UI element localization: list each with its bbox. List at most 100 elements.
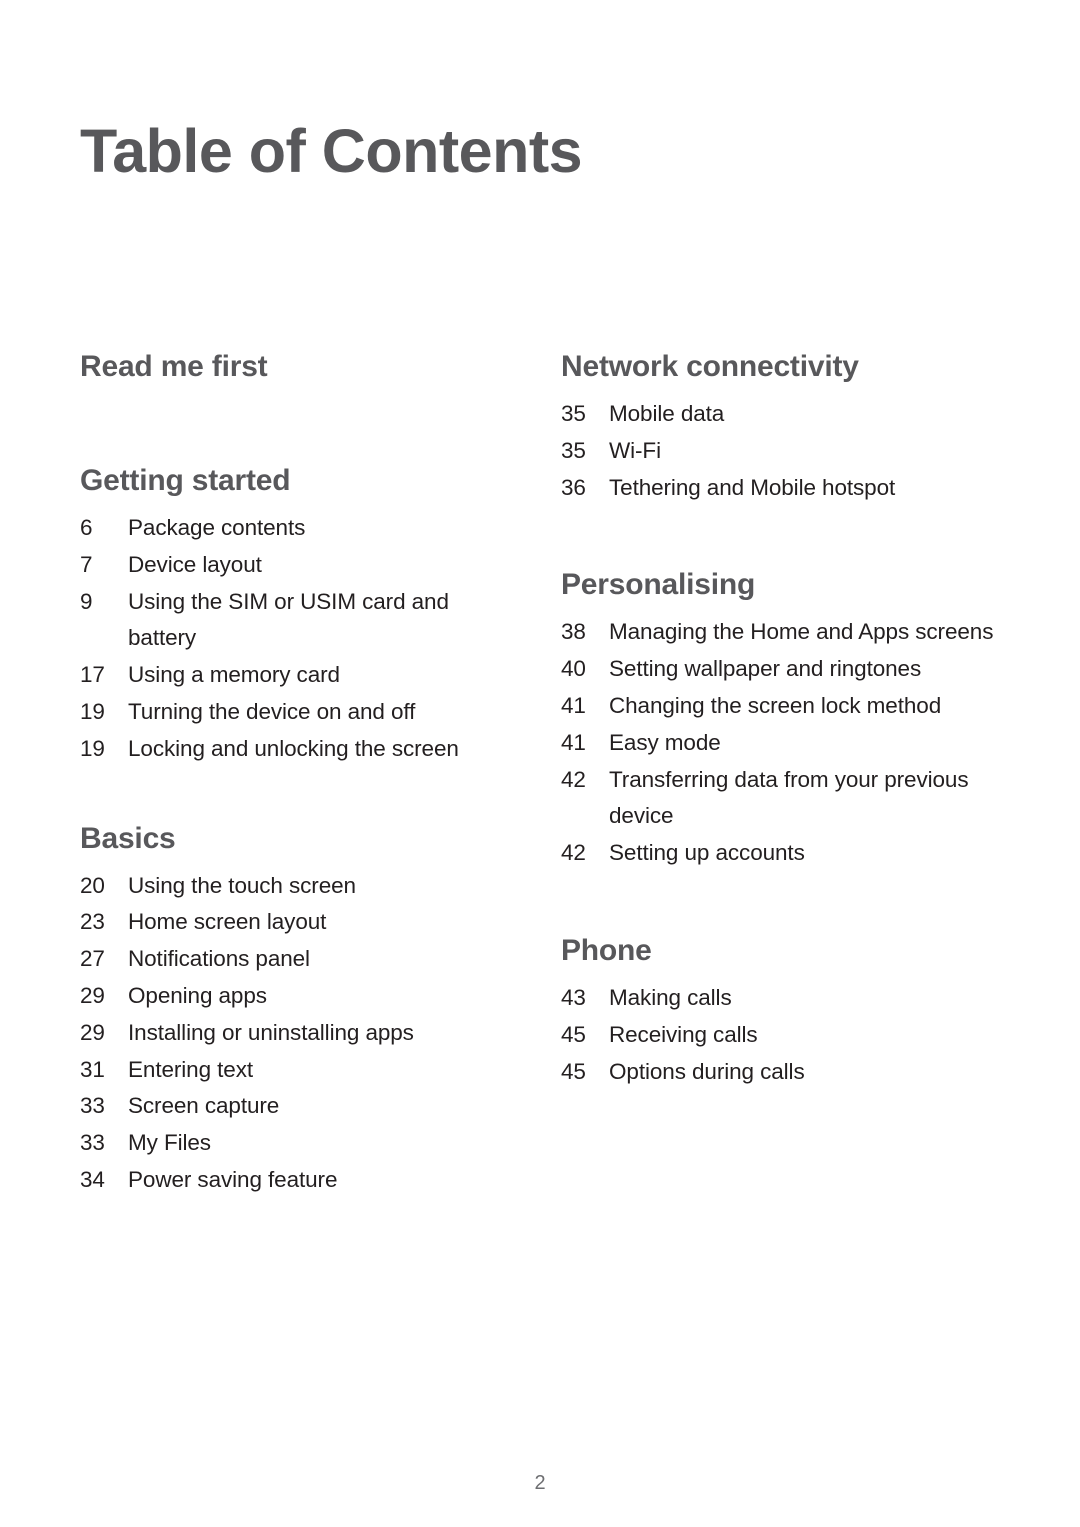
section-heading-network-connectivity[interactable]: Network connectivity [561, 352, 1021, 382]
toc-entry-page-number: 33 [80, 1130, 105, 1156]
toc-entry-page-number: 7 [80, 551, 93, 577]
toc-entry[interactable]: 41 Easy mode [561, 725, 1021, 762]
toc-entry[interactable]: 42 Transferring data from your previous d… [561, 762, 1021, 836]
toc-entry[interactable]: 41 Changing the screen lock method [561, 688, 1021, 725]
toc-entry-page-number: 45 [561, 1058, 586, 1084]
toc-entry-title: Device layout [128, 551, 262, 577]
toc-entry-title: Using a memory card [128, 662, 340, 688]
toc-entry-title: Wi-Fi [609, 437, 661, 463]
page-title: Table of Contents [80, 117, 583, 185]
toc-entry-page-number: 41 [561, 692, 586, 718]
toc-entry[interactable]: 33 My Files [80, 1125, 520, 1162]
section-heading-personalising[interactable]: Personalising [561, 570, 1021, 600]
toc-entry[interactable]: 38 Managing the Home and Apps screens [561, 614, 1021, 651]
toc-entry-page-number: 34 [80, 1166, 105, 1192]
section-heading-basics[interactable]: Basics [80, 823, 520, 854]
toc-entry-title: My Files [128, 1130, 211, 1156]
toc-entry[interactable]: 17 Using a memory card [80, 657, 520, 694]
toc-entry-page-number: 35 [561, 401, 586, 426]
toc-entry-title: Tethering and Mobile hotspot [609, 474, 896, 500]
toc-entry[interactable]: 29 Opening apps [80, 978, 520, 1015]
toc-entry-page-number: 19 [80, 698, 105, 724]
toc-entry-title: Transferring data from your previous dev… [609, 766, 969, 829]
toc-entry-title: Making calls [609, 984, 732, 1010]
toc-entry-page-number: 41 [561, 729, 586, 755]
toc-entry-page-number: 42 [561, 840, 586, 866]
toc-entry[interactable]: 43 Making calls [561, 980, 1021, 1017]
toc-section-network-connectivity: Network connectivity 35 Mobile data 35 Wi-Fi… [561, 352, 1021, 506]
section-heading-getting-started[interactable]: Getting started [80, 466, 520, 496]
toc-entry-list: 38 Managing the Home and Apps screens 40 Se… [561, 614, 1021, 872]
toc-section-read-me-first: Read me first [80, 352, 520, 382]
toc-entry-page-number: 35 [561, 437, 586, 463]
toc-entry-page-number: 27 [80, 946, 105, 972]
toc-page: Table of Contents Read me first Getting s… [0, 0, 1080, 1527]
toc-section-personalising: Personalising 38 Managing the Home and App… [561, 570, 1021, 872]
toc-entry-page-number: 36 [561, 474, 586, 500]
toc-section-getting-started: Getting started 6 Package contents 7 Device … [80, 466, 520, 768]
toc-entry[interactable]: 42 Setting up accounts [561, 835, 1021, 872]
toc-entry-title: Using the SIM or USIM card and battery [128, 588, 449, 651]
toc-entry[interactable]: 19 Turning the device on and off [80, 694, 520, 731]
toc-entry-title: Package contents [128, 515, 306, 540]
toc-entry-title: Locking and unlocking the screen [128, 735, 459, 761]
toc-entry-title: Home screen layout [128, 909, 327, 935]
toc-entry[interactable]: 29 Installing or uninstalling apps [80, 1015, 520, 1052]
toc-entry-page-number: 45 [561, 1021, 586, 1047]
toc-entry-title: Entering text [128, 1056, 254, 1082]
toc-entry[interactable]: 45 Receiving calls [561, 1017, 1021, 1054]
toc-entry-page-number: 17 [80, 662, 105, 688]
toc-entry-title: Power saving feature [128, 1166, 338, 1192]
toc-entry-title: Using the touch screen [128, 872, 356, 898]
toc-entry[interactable]: 27 Notifications panel [80, 941, 520, 978]
section-heading-phone[interactable]: Phone [561, 935, 1021, 966]
toc-entry-title: Receiving calls [609, 1021, 758, 1047]
toc-entry[interactable]: 33 Screen capture [80, 1088, 520, 1125]
toc-entry[interactable]: 35 Mobile data [561, 396, 1021, 433]
toc-entry-title: Setting wallpaper and ringtones [609, 656, 922, 682]
toc-entry-title: Notifications panel [128, 946, 310, 972]
toc-entry-list: 20 Using the touch screen 23 Home screen la… [80, 868, 520, 1199]
toc-entry-title: Opening apps [128, 982, 267, 1008]
toc-entry[interactable]: 45 Options during calls [561, 1054, 1021, 1091]
toc-entry[interactable]: 19 Locking and unlocking the screen [80, 731, 520, 768]
toc-entry-title: Options during calls [609, 1058, 805, 1084]
toc-entry[interactable]: 34 Power saving feature [80, 1162, 520, 1199]
toc-entry-page-number: 42 [561, 766, 586, 792]
toc-entry-page-number: 43 [561, 984, 586, 1010]
toc-entry-page-number: 20 [80, 872, 105, 898]
toc-entry-title: Setting up accounts [609, 840, 805, 866]
toc-entry-page-number: 6 [80, 515, 93, 540]
toc-column-right: Network connectivity 35 Mobile data 35 Wi-Fi… [561, 352, 1021, 1090]
toc-entry[interactable]: 9 Using the SIM or USIM card and battery [80, 584, 520, 658]
toc-entry-title: Turning the device on and off [128, 698, 416, 724]
toc-entry-title: Easy mode [609, 729, 721, 755]
toc-entry[interactable]: 23 Home screen layout [80, 904, 520, 941]
toc-entry[interactable]: 20 Using the touch screen [80, 868, 520, 905]
toc-entry-page-number: 29 [80, 1019, 105, 1045]
toc-entry[interactable]: 31 Entering text [80, 1052, 520, 1089]
section-heading-read-me-first[interactable]: Read me first [80, 352, 520, 382]
toc-entry[interactable]: 7 Device layout [80, 547, 520, 584]
toc-section-basics: Basics 20 Using the touch screen 23 Home scr… [80, 823, 520, 1199]
toc-entry-list: 6 Package contents 7 Device layout 9 Using th… [80, 510, 520, 768]
toc-entry-list: 35 Mobile data 35 Wi-Fi 36 Tethering and Mobi… [561, 396, 1021, 506]
toc-entry[interactable]: 35 Wi-Fi [561, 433, 1021, 470]
toc-entry-page-number: 40 [561, 656, 586, 682]
toc-entry-page-number: 29 [80, 982, 105, 1008]
page-number: 2 [534, 1472, 546, 1494]
toc-entry-title: Managing the Home and Apps screens [609, 619, 994, 645]
toc-entry[interactable]: 6 Package contents [80, 510, 520, 547]
toc-entry-page-number: 38 [561, 619, 586, 645]
toc-entry-page-number: 31 [80, 1056, 105, 1082]
toc-entry-title: Screen capture [128, 1093, 280, 1119]
toc-entry-list: 43 Making calls 45 Receiving calls 45 Options… [561, 980, 1021, 1090]
toc-entry[interactable]: 36 Tethering and Mobile hotspot [561, 470, 1021, 507]
toc-entry-title: Installing or uninstalling apps [128, 1019, 414, 1045]
toc-entry-page-number: 23 [80, 909, 105, 935]
toc-entry[interactable]: 40 Setting wallpaper and ringtones [561, 651, 1021, 688]
